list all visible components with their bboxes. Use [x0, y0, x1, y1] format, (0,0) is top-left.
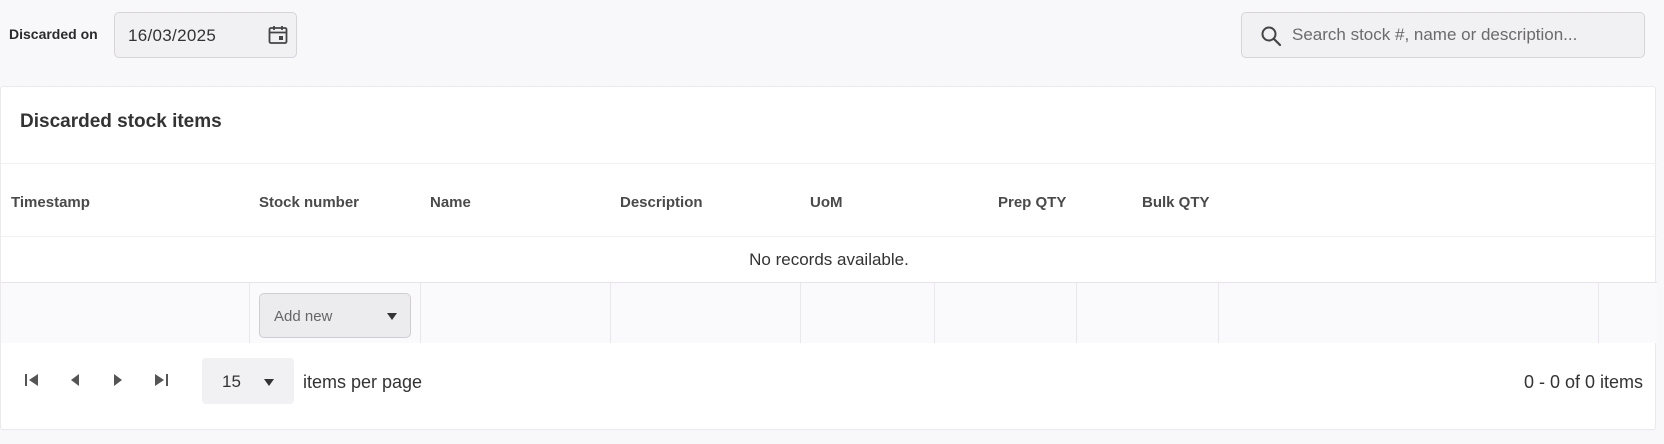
column-header-timestamp[interactable]: Timestamp	[11, 194, 90, 211]
page-size-select[interactable]: 15	[202, 358, 294, 404]
chevron-down-icon	[387, 313, 397, 320]
page-size-value: 15	[222, 372, 241, 391]
column-header-prep-qty[interactable]: Prep QTY	[998, 194, 1066, 211]
search-box[interactable]	[1241, 12, 1645, 58]
add-row-cell	[420, 283, 421, 343]
add-row-cell	[610, 283, 611, 343]
no-records-message: No records available.	[749, 250, 909, 269]
date-picker[interactable]: 16/03/2025	[114, 12, 297, 58]
calendar-icon[interactable]	[266, 23, 290, 47]
pager-range-info: 0 - 0 of 0 items	[1523, 372, 1643, 392]
filter-bar: Discarded on 16/03/2025	[0, 0, 1664, 72]
add-new-label: Add new	[274, 308, 333, 325]
chevron-down-icon	[264, 379, 274, 386]
search-input[interactable]	[1292, 15, 1637, 55]
page-last-icon[interactable]	[150, 369, 172, 391]
date-value[interactable]: 16/03/2025	[128, 26, 216, 46]
items-per-page-label: items per page	[303, 372, 423, 392]
add-row-cell	[1076, 283, 1077, 343]
add-new-dropdown[interactable]: Add new	[259, 293, 411, 338]
table-header-row: Timestamp Stock number Name Description …	[1, 163, 1657, 237]
add-row-cell	[249, 283, 250, 343]
column-header-description[interactable]: Description	[620, 194, 703, 211]
page-prev-icon[interactable]	[64, 369, 86, 391]
page-next-icon[interactable]	[107, 369, 129, 391]
add-row-cell	[1218, 283, 1219, 343]
discarded-stock-card: Discarded stock items Timestamp Stock nu…	[0, 86, 1657, 430]
column-header-stock-number[interactable]: Stock number	[259, 194, 359, 211]
add-row-cell	[800, 283, 801, 343]
no-records-row: No records available.	[1, 237, 1657, 283]
card-title: Discarded stock items	[20, 111, 222, 132]
search-icon	[1260, 25, 1282, 47]
discarded-on-label: Discarded on	[9, 26, 98, 42]
add-row-cell	[1598, 283, 1599, 343]
add-new-row	[1, 283, 1657, 343]
column-header-name[interactable]: Name	[430, 194, 471, 211]
column-header-bulk-qty[interactable]: Bulk QTY	[1142, 194, 1210, 211]
add-row-cell	[934, 283, 935, 343]
page-first-icon[interactable]	[21, 369, 43, 391]
column-header-uom[interactable]: UoM	[810, 194, 843, 211]
